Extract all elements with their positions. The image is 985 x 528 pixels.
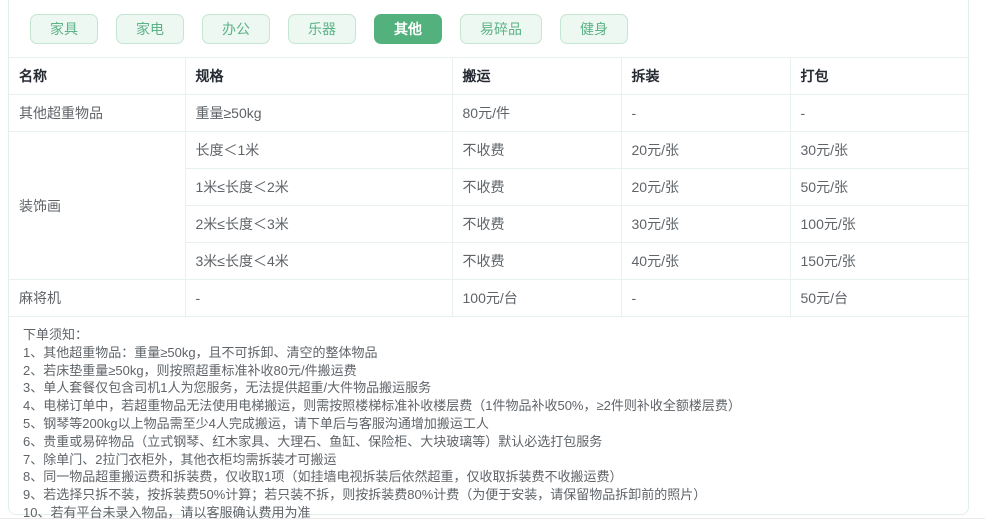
- note-line: 8、同一物品超重搬运费和拆装费，仅收取1项（如挂墙电视拆装后依然超重，仅收取拆装…: [23, 469, 623, 485]
- note-line: 2、若床垫重量≥50kg，则按照超重标准补收80元/件搬运费: [23, 362, 357, 378]
- column-header: 搬运: [452, 57, 622, 95]
- notes-title: 下单须知：: [23, 327, 89, 342]
- price-cell: -: [790, 94, 970, 132]
- price-cell: 40元/张: [621, 242, 791, 280]
- note-line: 5、钢琴等200kg以上物品需至少4人完成搬运，请下单后与客服沟通增加搬运工人: [23, 415, 489, 431]
- item-name-cell: 麻将机: [9, 279, 186, 317]
- price-cell: 20元/张: [621, 131, 791, 169]
- price-cell: -: [621, 94, 791, 132]
- price-cell: 不收费: [452, 205, 622, 243]
- tab-other[interactable]: 其他: [374, 14, 442, 44]
- item-name-cell: 装饰画: [9, 131, 186, 280]
- price-cell: 不收费: [452, 131, 622, 169]
- order-notes: 下单须知： 1、其他超重物品：重量≥50kg，且不可拆卸、清空的整体物品 2、若床…: [9, 317, 968, 528]
- price-cell: 30元/张: [621, 205, 791, 243]
- column-header: 打包: [790, 57, 970, 95]
- table-row: 麻将机 -100元/台 -50元/台: [9, 279, 970, 317]
- table-row: 其他超重物品 重量≥50kg 80元/件 - -: [9, 94, 970, 132]
- price-cell: 重量≥50kg: [185, 94, 453, 132]
- price-cell: 2米≤长度＜3米: [185, 205, 453, 243]
- tab-fragile[interactable]: 易碎品: [460, 14, 542, 44]
- tab-office[interactable]: 办公: [202, 14, 270, 44]
- category-tabs: 家具 家电 办公 乐器 其他 易碎品 健身: [9, 0, 968, 57]
- tab-instrument[interactable]: 乐器: [288, 14, 356, 44]
- price-cell: 150元/张: [790, 242, 970, 280]
- price-cell: 1米≤长度＜2米: [185, 168, 453, 206]
- note-line: 7、除单门、2拉门衣柜外，其他衣柜均需拆装才可搬运: [23, 451, 337, 467]
- pricing-table: 名称 规格 搬运 拆装 打包 其他超重物品 重量≥50kg 80元/件 - - 装饰画 长度＜1米不…: [9, 57, 970, 317]
- table-header-row: 名称 规格 搬运 拆装 打包: [9, 57, 970, 95]
- price-cell: 不收费: [452, 242, 622, 280]
- tab-appliance[interactable]: 家电: [116, 14, 184, 44]
- price-cell: 50元/台: [790, 279, 970, 317]
- note-line: 1、其他超重物品：重量≥50kg，且不可拆卸、清空的整体物品: [23, 344, 378, 360]
- note-line: 6、贵重或易碎物品（立式钢琴、红木家具、大理石、鱼缸、保险柜、大块玻璃等）默认必…: [23, 433, 603, 449]
- note-line: 3、单人套餐仅包含司机1人为您服务，无法提供超重/大件物品搬运服务: [23, 380, 432, 396]
- price-cell: -: [185, 279, 453, 317]
- table-body: 其他超重物品 重量≥50kg 80元/件 - - 装饰画 长度＜1米 不收费 20元/张 30元/…: [9, 94, 970, 317]
- column-header: 拆装: [621, 57, 791, 95]
- note-line: 10、若有平台未录入物品，请以客服确认费用为准: [23, 504, 311, 520]
- price-cell: 30元/张: [790, 131, 970, 169]
- price-cell: 20元/张: [621, 168, 791, 206]
- price-cell: 3米≤长度＜4米: [185, 242, 453, 280]
- price-cell: 80元/件: [452, 94, 622, 132]
- tab-furniture[interactable]: 家具: [30, 14, 98, 44]
- tab-fitness[interactable]: 健身: [560, 14, 628, 44]
- pricing-card: 家具 家电 办公 乐器 其他 易碎品 健身 名称 规格 搬运 拆装 打包 其他超重物品 重量≥50kg…: [8, 0, 970, 520]
- table-row: 装饰画 长度＜1米 不收费 20元/张 30元/张: [9, 131, 970, 280]
- price-cell: 不收费: [452, 168, 622, 206]
- note-line: 9、若选择只拆不装，按拆装费50%计算；若只装不拆，则按拆装费80%计费（为便于…: [23, 487, 707, 503]
- price-cell: 100元/台: [452, 279, 622, 317]
- item-name-cell: 其他超重物品: [9, 94, 186, 132]
- price-cell: 100元/张: [790, 205, 970, 243]
- price-cell: -: [621, 279, 791, 317]
- column-header: 名称: [9, 57, 186, 95]
- price-cell: 长度＜1米: [185, 131, 453, 169]
- note-line: 4、电梯订单中，若超重物品无法使用电梯搬运，则需按照楼梯标准补收楼层费（1件物品…: [23, 398, 741, 414]
- price-cell: 50元/张: [790, 168, 970, 206]
- column-header: 规格: [185, 57, 453, 95]
